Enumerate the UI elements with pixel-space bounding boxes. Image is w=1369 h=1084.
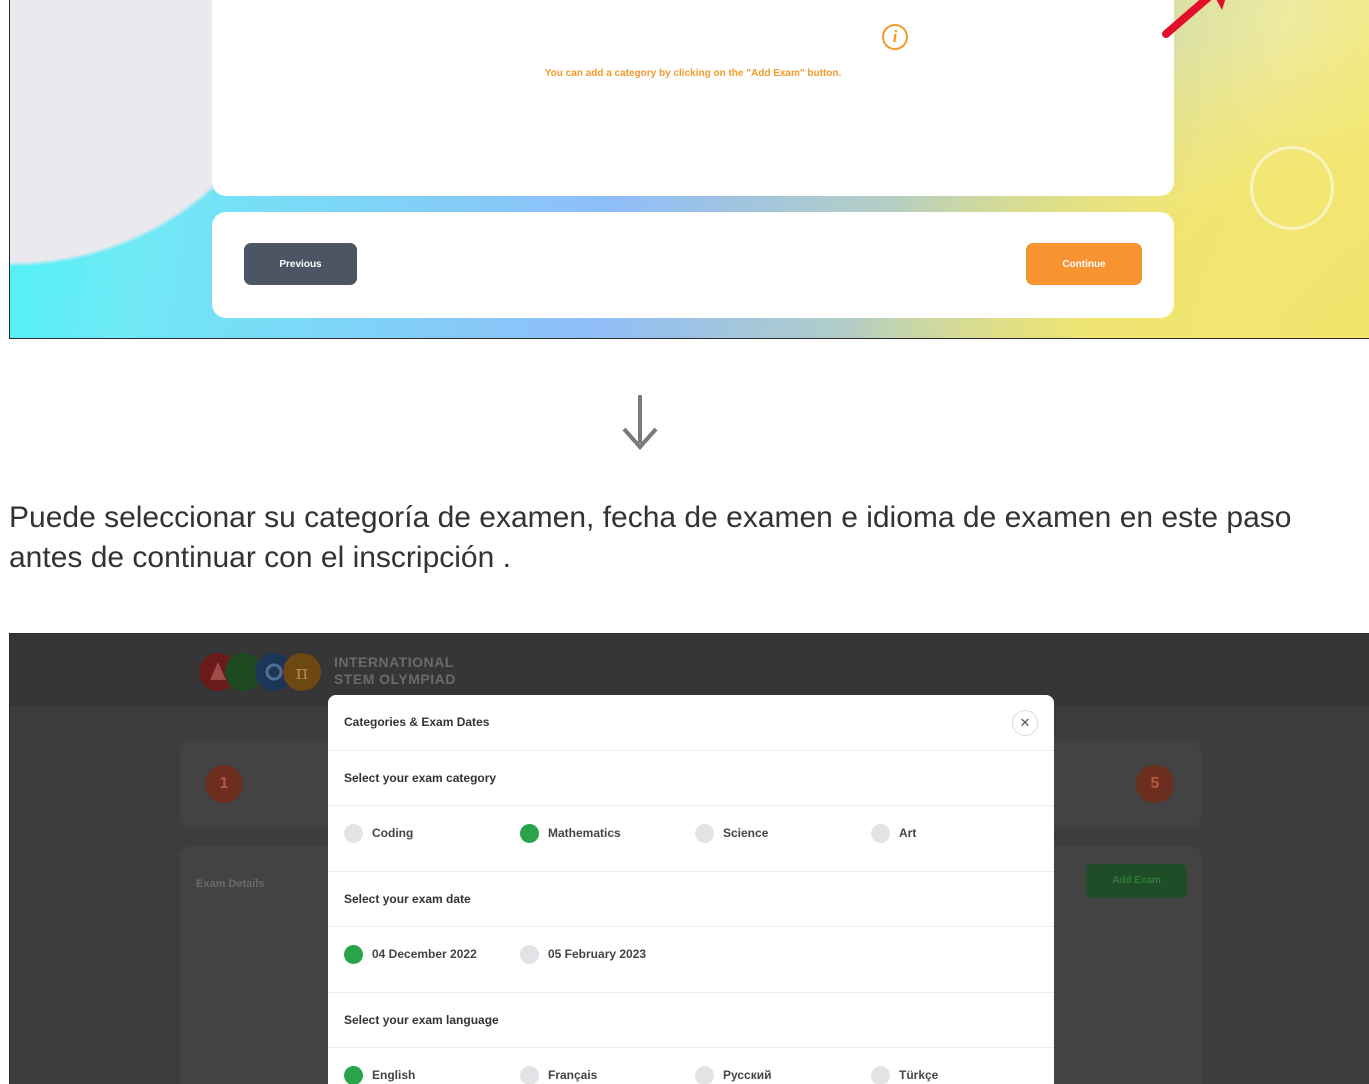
info-card: i You can add a category by clicking on … <box>212 0 1174 196</box>
language-heading: Select your exam language <box>344 1013 499 1027</box>
category-option-art[interactable]: Art <box>871 823 916 843</box>
option-label: English <box>372 1068 415 1082</box>
radio-unselected-icon[interactable] <box>871 824 890 843</box>
red-pointer-arrow-icon <box>1152 0 1232 44</box>
date-options: 04 December 2022 05 February 2023 <box>328 927 1054 993</box>
language-option-french[interactable]: Français <box>520 1065 597 1084</box>
radio-selected-icon[interactable] <box>344 945 363 964</box>
category-option-mathematics[interactable]: Mathematics <box>520 823 621 843</box>
exam-details-label: Exam Details <box>196 878 264 890</box>
option-label: 04 December 2022 <box>372 947 477 961</box>
date-option-2023-02-05[interactable]: 05 February 2023 <box>520 944 646 964</box>
date-option-2022-12-04[interactable]: 04 December 2022 <box>344 944 477 964</box>
categories-modal: Categories & Exam Dates ✕ Select your ex… <box>328 695 1054 1084</box>
option-label: Science <box>723 826 768 840</box>
option-label: Français <box>548 1068 597 1082</box>
navigation-card: Previous Continue <box>212 212 1174 318</box>
bottom-screenshot: π INTERNATIONAL STEM OLYMPIAD 1 5 Exam D… <box>9 633 1369 1084</box>
category-options: Coding Mathematics Science Art <box>328 806 1054 872</box>
language-options: English Français Русский Türkçe <box>328 1048 1054 1084</box>
language-option-turkish[interactable]: Türkçe <box>871 1065 938 1084</box>
previous-button[interactable]: Previous <box>244 243 357 285</box>
category-option-science[interactable]: Science <box>695 823 768 843</box>
category-section-header: Select your exam category <box>328 751 1054 806</box>
language-option-english[interactable]: English <box>344 1065 415 1084</box>
language-section-header: Select your exam language <box>328 993 1054 1048</box>
radio-unselected-icon[interactable] <box>695 1066 714 1084</box>
brand-name: INTERNATIONAL STEM OLYMPIAD <box>334 654 456 688</box>
date-section-header: Select your exam date <box>328 872 1054 927</box>
radio-unselected-icon[interactable] <box>871 1066 890 1084</box>
instruction-caption: Puede seleccionar su categoría de examen… <box>9 498 1369 578</box>
option-label: 05 February 2023 <box>548 947 646 961</box>
radio-selected-icon[interactable] <box>344 1066 363 1084</box>
option-label: Türkçe <box>899 1068 938 1082</box>
decorative-ring <box>1250 146 1334 230</box>
category-option-coding[interactable]: Coding <box>344 823 413 843</box>
continue-button[interactable]: Continue <box>1026 243 1142 285</box>
date-heading: Select your exam date <box>344 892 471 906</box>
add-exam-button[interactable]: Add Exam <box>1086 864 1187 898</box>
radio-unselected-icon[interactable] <box>520 1066 539 1084</box>
brand-line-2: STEM OLYMPIAD <box>334 671 456 688</box>
info-message: You can add a category by clicking on th… <box>212 68 1174 79</box>
option-label: Art <box>899 826 916 840</box>
option-label: Mathematics <box>548 826 621 840</box>
top-screenshot: i You can add a category by clicking on … <box>9 0 1369 339</box>
brand-line-1: INTERNATIONAL <box>334 654 456 671</box>
stem-olympiad-logo: π <box>196 650 326 694</box>
modal-title: Categories & Exam Dates <box>344 715 489 729</box>
svg-text:π: π <box>295 660 308 684</box>
step-1-indicator[interactable]: 1 <box>205 765 243 803</box>
radio-unselected-icon[interactable] <box>344 824 363 843</box>
category-heading: Select your exam category <box>344 771 496 785</box>
option-label: Русский <box>723 1068 772 1082</box>
radio-unselected-icon[interactable] <box>695 824 714 843</box>
step-5-indicator[interactable]: 5 <box>1136 765 1174 803</box>
language-option-russian[interactable]: Русский <box>695 1065 772 1084</box>
modal-header: Categories & Exam Dates ✕ <box>328 695 1054 751</box>
close-icon[interactable]: ✕ <box>1012 710 1038 736</box>
option-label: Coding <box>372 826 413 840</box>
radio-unselected-icon[interactable] <box>520 945 539 964</box>
info-icon: i <box>882 24 908 50</box>
down-arrow-icon <box>620 393 660 453</box>
radio-selected-icon[interactable] <box>520 824 539 843</box>
